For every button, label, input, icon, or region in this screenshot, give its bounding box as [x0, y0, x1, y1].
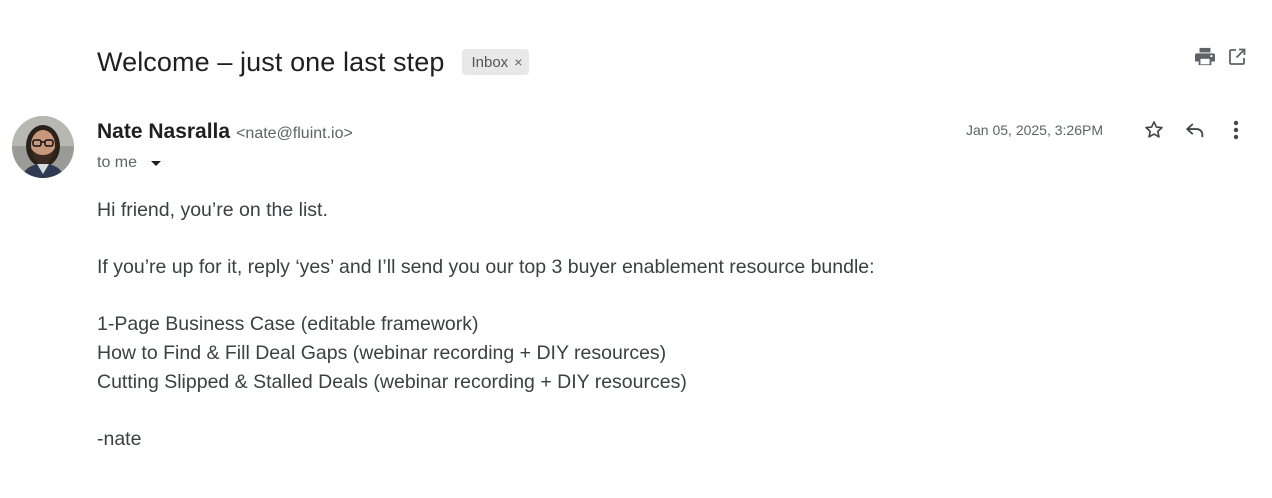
resource-item: Cutting Slipped & Stalled Deals (webinar…: [97, 370, 687, 393]
chevron-down-icon[interactable]: [151, 160, 162, 166]
resource-item: How to Find & Fill Deal Gaps (webinar re…: [97, 341, 667, 364]
sender-email: <nate@fluint.io>: [236, 125, 353, 142]
email-body: Hi friend, you’re on the list. If you’re…: [97, 196, 1197, 453]
recipient-line: to me: [97, 154, 162, 172]
print-icon[interactable]: [1194, 46, 1216, 68]
reply-icon[interactable]: [1183, 118, 1207, 142]
signature: -nate: [97, 427, 142, 450]
resource-item: 1-Page Business Case (editable framework…: [97, 313, 479, 336]
sender-line: Nate Nasralla <nate@fluint.io>: [97, 120, 353, 144]
message-date: Jan 05, 2025, 3:26PM: [966, 122, 1103, 138]
greeting-line: Hi friend, you’re on the list.: [97, 199, 328, 221]
message-meta: Jan 05, 2025, 3:26PM: [966, 118, 1248, 142]
sender-name[interactable]: Nate Nasralla: [97, 120, 230, 144]
remove-label-button[interactable]: ×: [514, 55, 522, 69]
subject-row: Welcome – just one last step Inbox ×: [97, 44, 530, 80]
offer-line: If you’re up for it, reply ‘yes’ and I’l…: [97, 256, 875, 279]
inbox-label-chip[interactable]: Inbox ×: [462, 49, 530, 75]
email-subject: Welcome – just one last step: [97, 47, 445, 77]
more-vert-icon[interactable]: [1224, 118, 1248, 142]
label-text: Inbox: [471, 53, 509, 71]
star-icon[interactable]: [1142, 118, 1166, 142]
email-view: Welcome – just one last step Inbox × Nat…: [0, 0, 1272, 498]
open-in-new-icon[interactable]: [1226, 46, 1248, 68]
sender-avatar[interactable]: [12, 116, 74, 178]
thread-actions: [1194, 46, 1248, 68]
recipient-text: to me: [97, 154, 138, 171]
